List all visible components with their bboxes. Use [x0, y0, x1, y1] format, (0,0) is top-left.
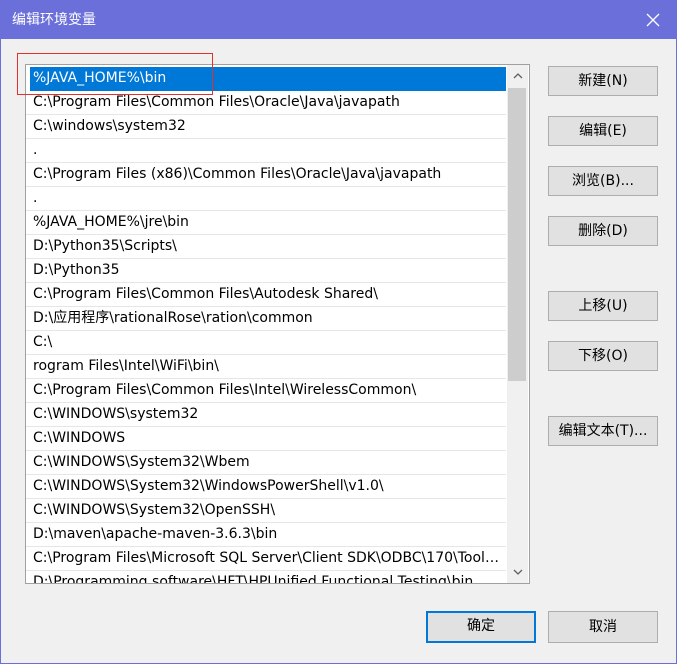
path-list-item[interactable]: C:\Program Files\Common Files\Autodesk S… — [26, 283, 506, 307]
path-list-item[interactable]: C:\Program Files\Common Files\Oracle\Jav… — [26, 91, 506, 115]
ok-button[interactable]: 确定 — [426, 611, 536, 643]
path-list-item[interactable]: C:\ — [26, 331, 506, 355]
vertical-scrollbar[interactable] — [507, 65, 528, 583]
delete-button[interactable]: 删除(D) — [548, 216, 658, 246]
path-list-item[interactable]: C:\windows\system32 — [26, 115, 506, 139]
chevron-down-icon — [513, 569, 522, 575]
path-list-item[interactable]: %JAVA_HOME%\jre\bin — [26, 211, 506, 235]
new-button[interactable]: 新建(N) — [548, 66, 658, 96]
move-down-button[interactable]: 下移(O) — [548, 341, 658, 371]
scroll-up-button[interactable] — [507, 66, 528, 86]
path-list-item[interactable]: C:\WINDOWS\system32 — [26, 403, 506, 427]
path-list-item[interactable]: D:\应用程序\rationalRose\ration\common — [26, 307, 506, 331]
path-list[interactable]: %JAVA_HOME%\bin C:\Program Files\Common F… — [25, 64, 530, 584]
path-list-items: %JAVA_HOME%\bin C:\Program Files\Common F… — [26, 65, 506, 583]
move-up-button[interactable]: 上移(U) — [548, 291, 658, 321]
path-list-item[interactable]: C:\Program Files\Common Files\Intel\Wire… — [26, 379, 506, 403]
edit-button[interactable]: 编辑(E) — [548, 116, 658, 146]
path-list-item[interactable]: rogram Files\Intel\WiFi\bin\ — [26, 355, 506, 379]
browse-button[interactable]: 浏览(B)... — [548, 166, 658, 196]
edit-env-var-dialog: 编辑环境变量 %JAVA_HOME%\bin C:\Program Files\C… — [0, 0, 677, 664]
path-list-item[interactable]: C:\WINDOWS — [26, 427, 506, 451]
path-list-item[interactable]: %JAVA_HOME%\bin — [30, 67, 506, 91]
path-list-item[interactable]: C:\WINDOWS\System32\Wbem — [26, 451, 506, 475]
title-bar: 编辑环境变量 — [1, 1, 676, 39]
path-list-item[interactable]: D:\Python35 — [26, 259, 506, 283]
path-list-item[interactable]: D:\maven\apache-maven-3.6.3\bin — [26, 523, 506, 547]
chevron-up-icon — [513, 73, 522, 79]
path-list-item[interactable]: C:\WINDOWS\System32\OpenSSH\ — [26, 499, 506, 523]
close-icon — [646, 13, 660, 27]
close-button[interactable] — [630, 1, 676, 39]
path-list-item[interactable]: D:\Programming software\HFT\HPUnified Fu… — [26, 571, 506, 583]
cancel-button[interactable]: 取消 — [548, 611, 658, 643]
path-list-item[interactable]: . — [26, 139, 506, 163]
edit-text-button[interactable]: 编辑文本(T)... — [548, 416, 658, 446]
path-list-item[interactable]: C:\Program Files (x86)\Common Files\Orac… — [26, 163, 506, 187]
path-list-item[interactable]: D:\Python35\Scripts\ — [26, 235, 506, 259]
dialog-title: 编辑环境变量 — [12, 12, 96, 28]
scroll-down-button[interactable] — [507, 562, 528, 582]
scrollbar-thumb[interactable] — [508, 88, 526, 381]
path-list-item[interactable]: C:\Program Files\Microsoft SQL Server\Cl… — [26, 547, 506, 571]
path-list-item[interactable]: . — [26, 187, 506, 211]
path-list-item[interactable]: C:\WINDOWS\System32\WindowsPowerShell\v1… — [26, 475, 506, 499]
